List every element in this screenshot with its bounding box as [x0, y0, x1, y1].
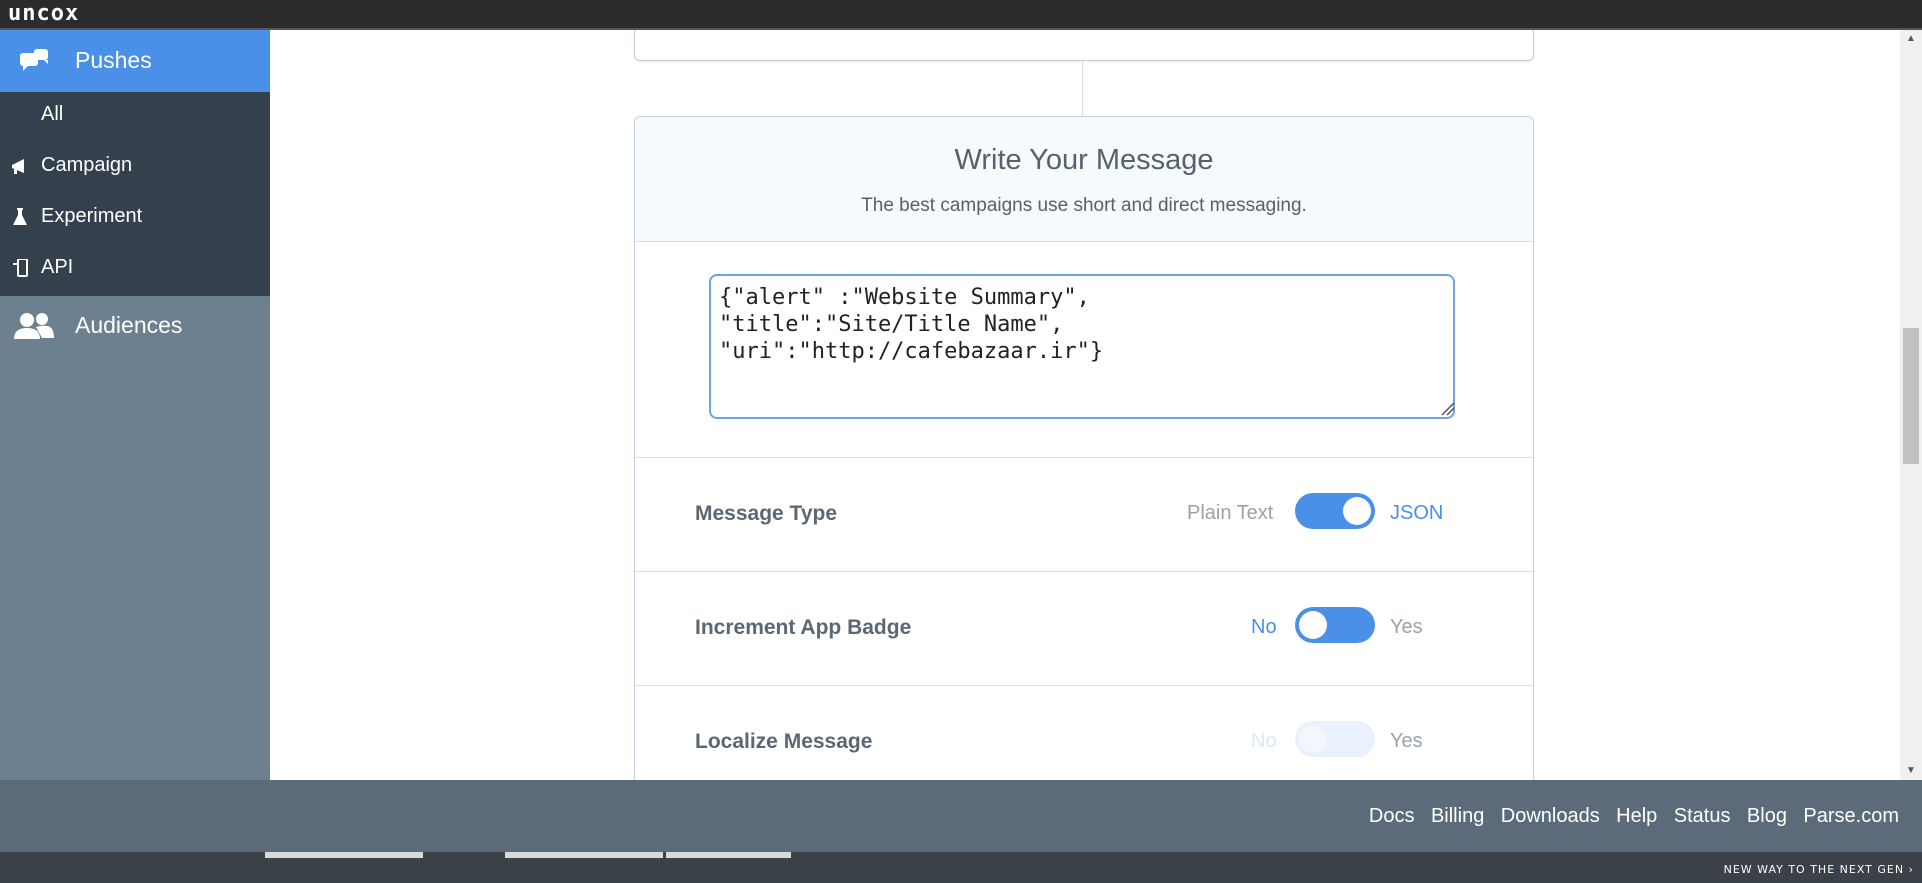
row-label: Localize Message [695, 730, 873, 753]
write-message-card: Write Your Message The best campaigns us… [634, 116, 1534, 780]
sidebar-item-label: API [41, 256, 74, 278]
option-no: No [1251, 730, 1277, 752]
row-message-type: Message Type Plain Text JSON [635, 458, 1533, 572]
row-increment-badge: Increment App Badge No Yes [635, 572, 1533, 686]
app-logo[interactable]: uncox [8, 1, 79, 26]
taskbar-tab[interactable] [265, 852, 423, 858]
main-content: Write Your Message The best campaigns us… [270, 30, 1900, 780]
page-scrollbar[interactable]: ▲ ▼ [1900, 30, 1922, 780]
users-icon [12, 312, 56, 345]
sidebar-item-experiment[interactable]: Experiment [0, 194, 270, 238]
sidebar: Pushes All Campaign Experiment API Audie… [0, 30, 270, 780]
footer-link-blog[interactable]: Blog [1747, 805, 1787, 827]
sidebar-item-pushes[interactable]: Pushes [0, 30, 270, 92]
footer-link-status[interactable]: Status [1674, 805, 1731, 827]
chat-bubbles-icon [20, 49, 50, 78]
toggle-knob [1343, 497, 1371, 525]
option-yes[interactable]: Yes [1390, 616, 1423, 639]
footer-link-help[interactable]: Help [1616, 805, 1657, 827]
row-label: Increment App Badge [695, 616, 912, 639]
row-label: Message Type [695, 502, 838, 525]
taskbar-slogan: NEW WAY TO THE NEXT GEN › [1723, 863, 1914, 876]
card-title: Write Your Message [954, 144, 1214, 176]
card-subtitle: The best campaigns use short and direct … [861, 195, 1307, 216]
taskbar-tab[interactable] [666, 852, 791, 858]
footer: Docs Billing Downloads Help Status Blog … [0, 780, 1922, 852]
sidebar-item-label: Pushes [75, 47, 152, 73]
phone-icon [10, 258, 30, 283]
sidebar-submenu: All Campaign Experiment API [0, 92, 270, 296]
megaphone-icon [10, 157, 30, 181]
row-localize-message: Localize Message No Yes [635, 686, 1533, 780]
toggle-knob [1299, 611, 1327, 639]
footer-link-downloads[interactable]: Downloads [1501, 805, 1600, 827]
increment-badge-toggle[interactable] [1295, 607, 1375, 643]
sidebar-item-campaign[interactable]: Campaign [0, 143, 270, 187]
scroll-up-icon[interactable]: ▲ [1900, 30, 1922, 48]
localize-toggle [1295, 721, 1375, 757]
previous-card [634, 30, 1534, 61]
option-no[interactable]: No [1251, 616, 1277, 639]
sidebar-item-label: Campaign [41, 154, 133, 176]
taskbar-tab[interactable] [505, 852, 663, 858]
footer-link-docs[interactable]: Docs [1369, 805, 1415, 827]
top-bar: uncox [0, 0, 1922, 30]
sidebar-item-all[interactable]: All [0, 92, 270, 136]
flask-icon [10, 208, 30, 232]
sidebar-item-label: Audiences [75, 312, 183, 338]
footer-link-parse[interactable]: Parse.com [1803, 805, 1899, 827]
card-header: Write Your Message The best campaigns us… [635, 117, 1533, 242]
sidebar-item-label: Experiment [41, 205, 143, 227]
option-plain-text[interactable]: Plain Text [1187, 502, 1273, 525]
footer-links: Docs Billing Downloads Help Status Blog … [1357, 805, 1899, 828]
taskbar: NEW WAY TO THE NEXT GEN › [0, 852, 1922, 883]
sidebar-item-label: All [41, 103, 64, 125]
footer-link-billing[interactable]: Billing [1431, 805, 1484, 827]
toggle-knob [1299, 725, 1327, 753]
option-yes: Yes [1390, 730, 1423, 752]
resize-handle-icon[interactable] [1441, 402, 1529, 453]
message-type-toggle[interactable] [1295, 493, 1375, 529]
option-json[interactable]: JSON [1390, 502, 1443, 525]
scroll-thumb[interactable] [1903, 328, 1919, 464]
scroll-down-icon[interactable]: ▼ [1900, 762, 1922, 780]
message-editor-zone: {"alert" :"Website Summary", "title":"Si… [635, 242, 1533, 458]
message-textarea[interactable]: {"alert" :"Website Summary", "title":"Si… [709, 274, 1455, 419]
sidebar-item-audiences[interactable]: Audiences [0, 296, 270, 356]
sidebar-item-api[interactable]: API [0, 245, 270, 289]
